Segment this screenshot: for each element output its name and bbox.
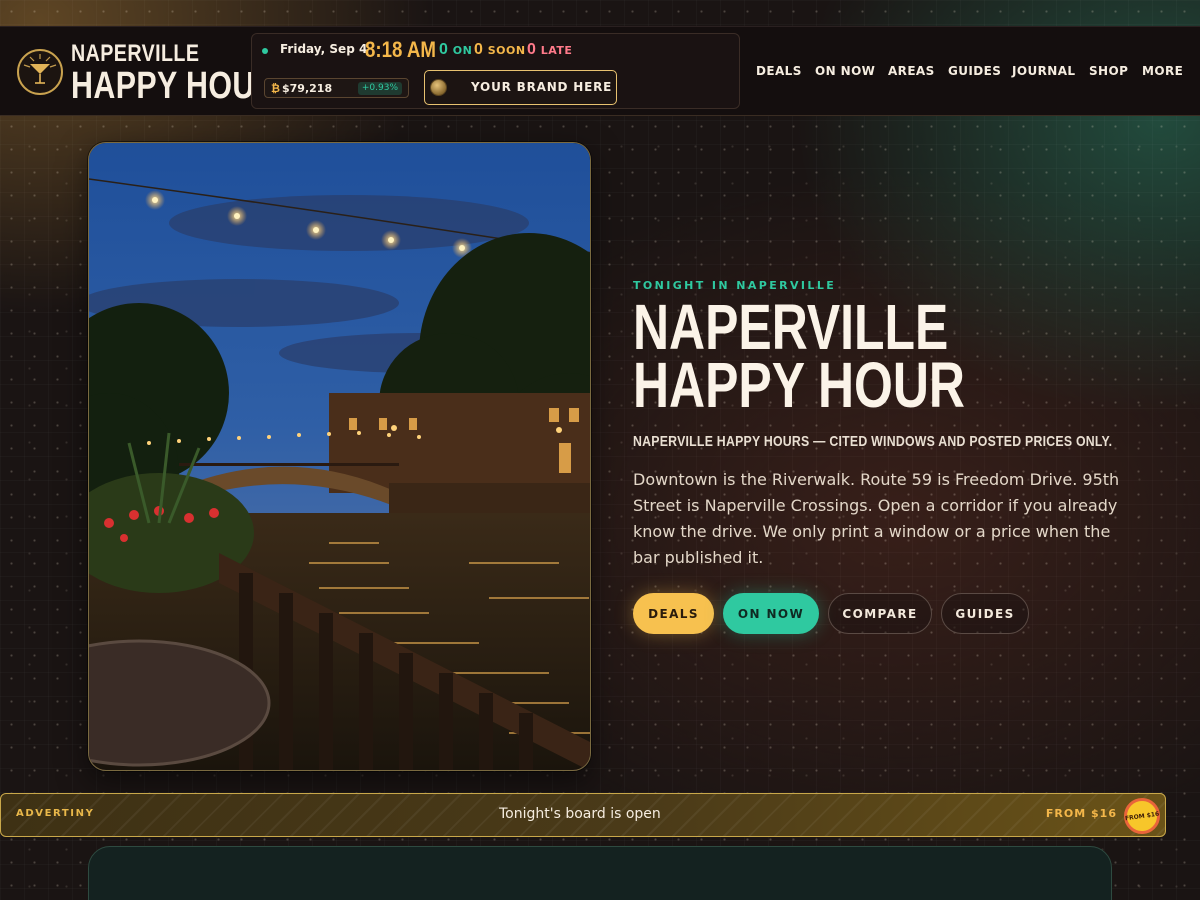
- on-now-button[interactable]: ON NOW: [723, 593, 819, 634]
- bitcoin-price-chip: ₿ $79,218 +0.93%: [264, 78, 409, 98]
- compare-button[interactable]: COMPARE: [828, 593, 932, 634]
- price-change-badge: +0.93%: [357, 82, 402, 95]
- nav-more[interactable]: MORE: [1142, 64, 1183, 78]
- live-status-dot: [262, 48, 268, 54]
- soon-count-value: 0: [474, 41, 484, 58]
- ad-banner[interactable]: ADVERTINY Tonight's board is open FROM $…: [0, 793, 1166, 837]
- ticker-time: 8:18 AM: [365, 37, 437, 62]
- price-value: $79,218: [282, 82, 333, 95]
- riverwalk-hero-photo: [88, 142, 591, 771]
- nav-areas[interactable]: AREAS: [888, 64, 935, 78]
- ad-tag: ADVERTINY: [16, 808, 95, 819]
- late-count-label: LATE: [540, 44, 573, 57]
- soon-count: 0 SOON: [474, 41, 526, 59]
- on-count-value: 0: [439, 41, 449, 58]
- nav-shop[interactable]: SHOP: [1089, 64, 1128, 78]
- cocktail-logo-icon[interactable]: [17, 49, 63, 95]
- price-badge-icon: FROM $16: [1124, 798, 1160, 834]
- hero-description: Downtown is the Riverwalk. Route 59 is F…: [633, 470, 1120, 567]
- guides-button[interactable]: GUIDES: [941, 593, 1029, 634]
- nav-guides[interactable]: GUIDES: [948, 64, 1001, 78]
- on-count-label: ON: [452, 44, 473, 57]
- your-brand-here-label: YOUR BRAND HERE: [471, 80, 613, 94]
- late-count-value: 0: [527, 41, 537, 58]
- hero-subtitle: NAPERVILLE HAPPY HOURS — CITED WINDOWS A…: [633, 433, 1113, 450]
- ad-price: FROM $16: [1045, 807, 1117, 820]
- ad-text: Tonight's board is open: [499, 806, 661, 822]
- bitcoin-icon: ₿: [271, 82, 280, 95]
- ticker-date: Friday, Sep 4: [280, 42, 368, 56]
- nav-on-now[interactable]: ON NOW: [815, 64, 875, 78]
- next-section-card: [88, 846, 1112, 900]
- brand-line-2: HAPPY HOUR: [71, 65, 278, 107]
- site-header: NAPERVILLE HAPPY HOUR Friday, Sep 4 8:18…: [0, 26, 1200, 116]
- deals-button[interactable]: DEALS: [633, 593, 714, 634]
- your-brand-here-button[interactable]: YOUR BRAND HERE: [424, 70, 617, 105]
- nav-deals[interactable]: DEALS: [756, 64, 802, 78]
- price-badge-text: FROM $16: [1124, 810, 1160, 822]
- live-ticker: Friday, Sep 4 8:18 AM 0 ON 0 SOON 0 LATE…: [251, 33, 740, 109]
- hero-title: NAPERVILLE HAPPY HOUR: [633, 291, 965, 421]
- on-count: 0 ON: [439, 41, 472, 59]
- late-count: 0 LATE: [527, 41, 572, 59]
- soon-count-label: SOON: [487, 44, 526, 57]
- nav-journal[interactable]: JOURNAL: [1012, 64, 1075, 78]
- coin-icon: [430, 79, 447, 96]
